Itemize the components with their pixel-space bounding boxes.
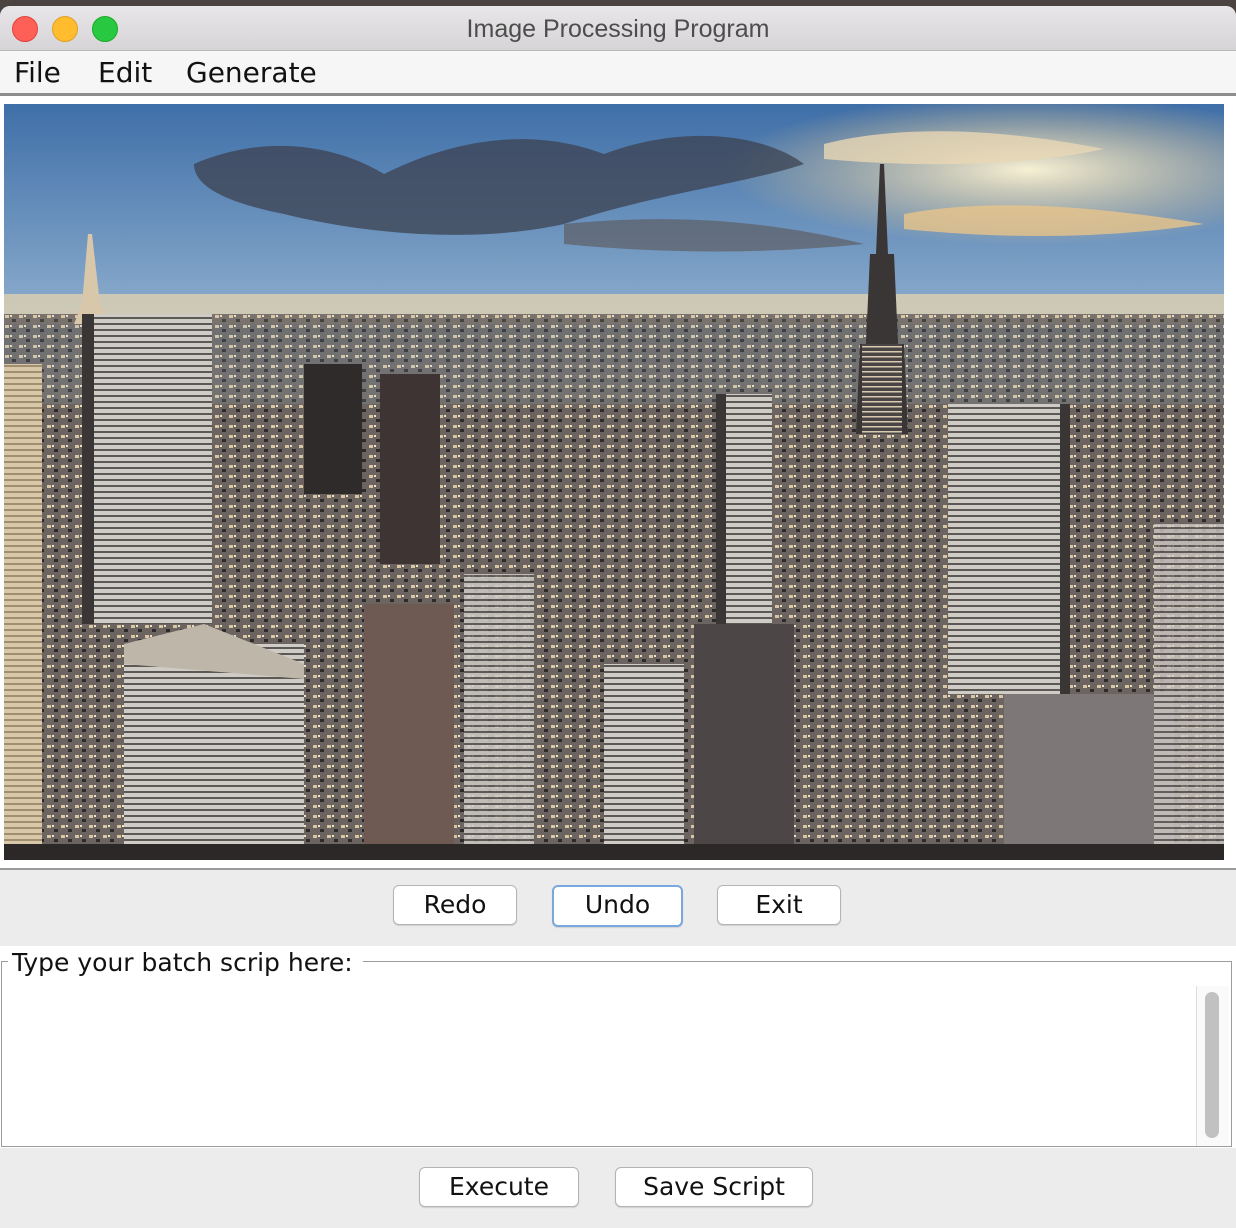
- action-bar: Execute Save Script: [0, 1148, 1236, 1228]
- batch-script-textarea[interactable]: [6, 986, 1194, 1142]
- menu-bar: File Edit Generate: [0, 51, 1236, 96]
- title-bar[interactable]: Image Processing Program: [0, 6, 1236, 51]
- app-window: Image Processing Program File Edit Gener…: [0, 6, 1236, 1228]
- exit-button[interactable]: Exit: [717, 885, 841, 925]
- menu-edit[interactable]: Edit: [98, 56, 152, 89]
- city-skyline-image: [4, 104, 1224, 860]
- image-display-panel: [0, 96, 1236, 870]
- batch-script-label: Type your batch scrip here:: [8, 948, 363, 977]
- execute-button[interactable]: Execute: [419, 1167, 579, 1207]
- undo-button[interactable]: Undo: [552, 885, 683, 927]
- save-script-button[interactable]: Save Script: [615, 1167, 813, 1207]
- redo-button[interactable]: Redo: [393, 885, 517, 925]
- script-scrollbar[interactable]: [1196, 986, 1229, 1146]
- script-scrollbar-thumb[interactable]: [1205, 992, 1219, 1138]
- batch-script-panel: Type your batch scrip here:: [0, 946, 1236, 1148]
- menu-file[interactable]: File: [14, 56, 61, 89]
- menu-generate[interactable]: Generate: [186, 56, 317, 89]
- window-title: Image Processing Program: [466, 15, 770, 43]
